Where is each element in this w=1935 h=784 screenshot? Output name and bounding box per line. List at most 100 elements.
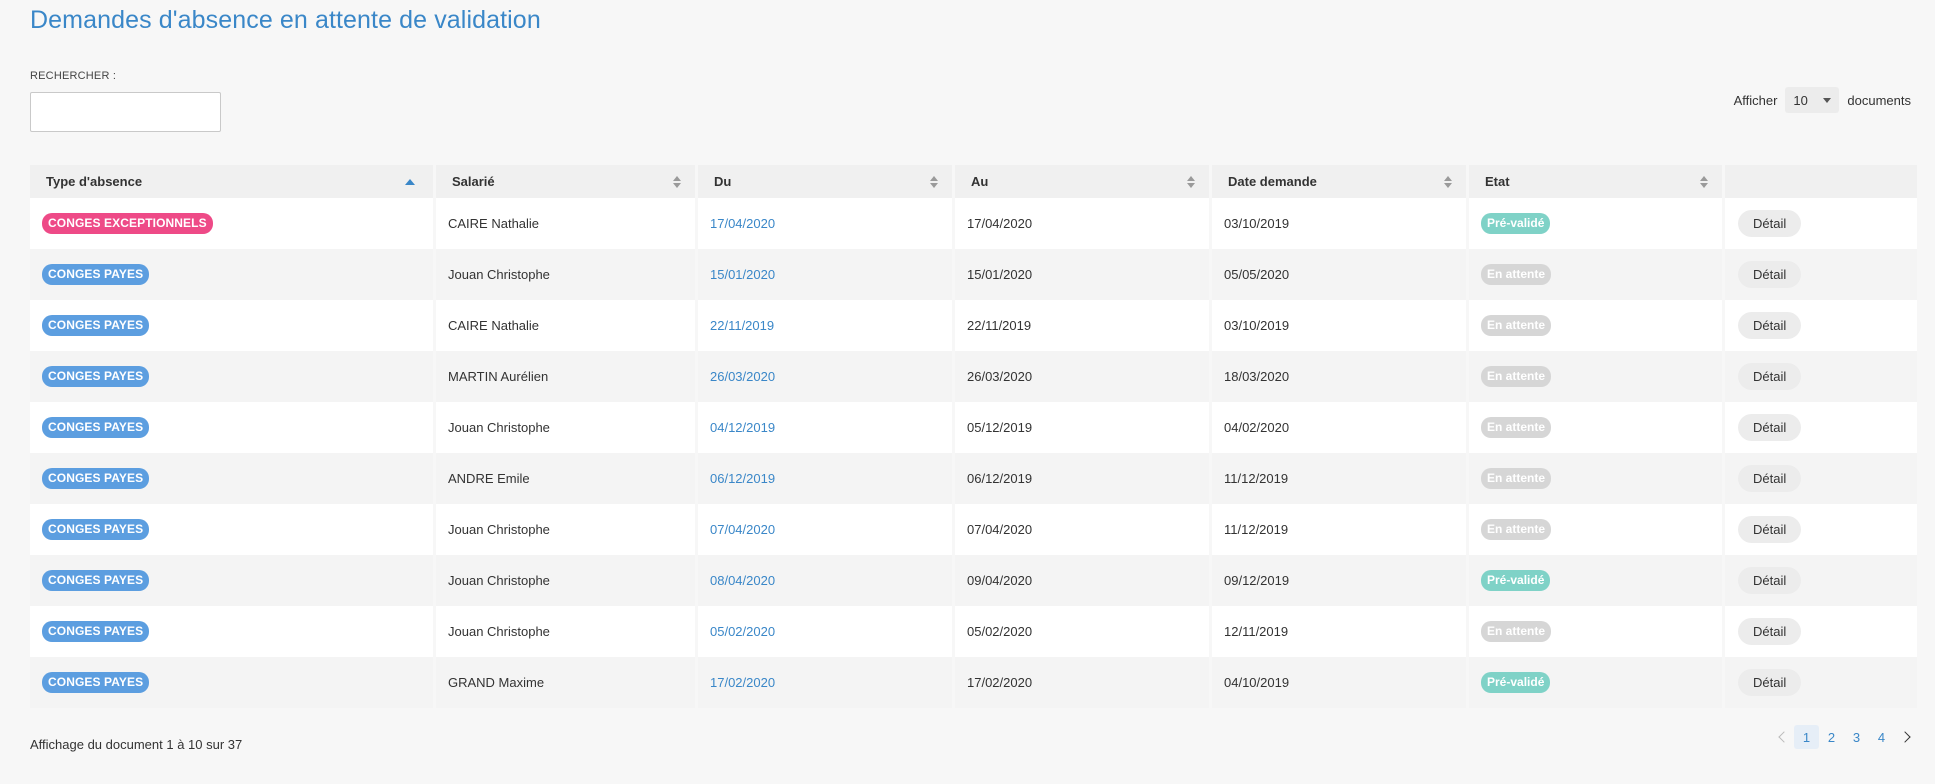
from-date-link[interactable]: 17/04/2020 <box>710 216 775 231</box>
cell-requested: 04/02/2020 <box>1212 402 1469 453</box>
detail-button[interactable]: Détail <box>1738 261 1802 288</box>
cell-to: 26/03/2020 <box>955 351 1212 402</box>
page-button[interactable]: 2 <box>1819 725 1844 749</box>
cell-to: 22/11/2019 <box>955 300 1212 351</box>
status-badge: Pré-validé <box>1481 672 1551 693</box>
pagination: 1 2 3 4 <box>1769 725 1919 749</box>
from-date-link[interactable]: 05/02/2020 <box>710 624 775 639</box>
cell-requested: 05/05/2020 <box>1212 249 1469 300</box>
col-header-label: Etat <box>1485 174 1510 189</box>
cell-to: 05/12/2019 <box>955 402 1212 453</box>
table-row: CONGES PAYES CAIRE Nathalie 22/11/2019 22/1… <box>30 300 1917 351</box>
from-date-link[interactable]: 15/01/2020 <box>710 267 775 282</box>
cell-actions: Détail <box>1725 300 1917 351</box>
cell-type: CONGES PAYES <box>30 555 436 606</box>
cell-actions: Détail <box>1725 555 1917 606</box>
pagination-info: Affichage du document 1 à 10 sur 37 <box>30 737 243 752</box>
col-header-from[interactable]: Du <box>698 165 955 198</box>
detail-button[interactable]: Détail <box>1738 516 1802 543</box>
page-title: Demandes d'absence en attente de validat… <box>30 6 541 34</box>
sort-asc-icon <box>405 178 415 185</box>
page-button[interactable]: 4 <box>1869 725 1894 749</box>
sort-icon <box>930 175 938 188</box>
col-header-label: Au <box>971 174 989 189</box>
cell-to: 15/01/2020 <box>955 249 1212 300</box>
cell-requested: 12/11/2019 <box>1212 606 1469 657</box>
status-badge: En attente <box>1481 417 1552 438</box>
prev-page-button[interactable] <box>1769 725 1794 749</box>
table-row: CONGES EXCEPTIONNELS CAIRE Nathalie 17/04/… <box>30 198 1917 249</box>
col-header-to[interactable]: Au <box>955 165 1212 198</box>
status-badge: En attente <box>1481 468 1552 489</box>
search-input[interactable] <box>30 92 221 132</box>
cell-actions: Détail <box>1725 402 1917 453</box>
cell-state: En attente <box>1469 504 1725 555</box>
detail-button[interactable]: Détail <box>1738 669 1802 696</box>
page-size-value: 10 <box>1793 92 1808 108</box>
page-button[interactable]: 1 <box>1794 725 1819 749</box>
from-date-link[interactable]: 07/04/2020 <box>710 522 775 537</box>
detail-button[interactable]: Détail <box>1738 567 1802 594</box>
chevron-right-icon <box>1898 731 1911 743</box>
cell-from: 05/02/2020 <box>698 606 955 657</box>
cell-actions: Détail <box>1725 606 1917 657</box>
cell-employee: Jouan Christophe <box>436 606 698 657</box>
cell-employee: Jouan Christophe <box>436 504 698 555</box>
col-header-state[interactable]: Etat <box>1469 165 1725 198</box>
status-badge: Pré-validé <box>1481 570 1551 591</box>
page-button[interactable]: 3 <box>1844 725 1869 749</box>
cell-type: CONGES PAYES <box>30 300 436 351</box>
table-row: CONGES PAYES Jouan Christophe 15/01/2020 15… <box>30 249 1917 300</box>
table-row: CONGES PAYES Jouan Christophe 05/02/2020 05… <box>30 606 1917 657</box>
caret-down-icon <box>1823 97 1832 103</box>
col-header-label: Type d'absence <box>46 174 143 189</box>
cell-type: CONGES PAYES <box>30 504 436 555</box>
cell-state: En attente <box>1469 351 1725 402</box>
cell-requested: 11/12/2019 <box>1212 504 1469 555</box>
cell-from: 06/12/2019 <box>698 453 955 504</box>
absence-type-badge: CONGES PAYES <box>42 519 150 540</box>
cell-to: 17/04/2020 <box>955 198 1212 249</box>
from-date-link[interactable]: 08/04/2020 <box>710 573 775 588</box>
cell-employee: CAIRE Nathalie <box>436 198 698 249</box>
col-header-type[interactable]: Type d'absence <box>30 165 436 198</box>
detail-button[interactable]: Détail <box>1738 210 1802 237</box>
detail-button[interactable]: Détail <box>1738 465 1802 492</box>
cell-state: Pré-validé <box>1469 657 1725 708</box>
cell-type: CONGES PAYES <box>30 249 436 300</box>
detail-button[interactable]: Détail <box>1738 363 1802 390</box>
from-date-link[interactable]: 06/12/2019 <box>710 471 775 486</box>
from-date-link[interactable]: 04/12/2019 <box>710 420 775 435</box>
from-date-link[interactable]: 17/02/2020 <box>710 675 775 690</box>
table-row: CONGES PAYES GRAND Maxime 17/02/2020 17/02/… <box>30 657 1917 708</box>
table-row: CONGES PAYES ANDRE Emile 06/12/2019 06/12/2… <box>30 453 1917 504</box>
from-date-link[interactable]: 22/11/2019 <box>710 318 774 333</box>
page-size-select[interactable]: 10 <box>1785 87 1840 113</box>
status-badge: En attente <box>1481 621 1552 642</box>
detail-button[interactable]: Détail <box>1738 618 1802 645</box>
from-date-link[interactable]: 26/03/2020 <box>710 369 775 384</box>
col-header-employee[interactable]: Salarié <box>436 165 698 198</box>
cell-actions: Détail <box>1725 351 1917 402</box>
detail-button[interactable]: Détail <box>1738 414 1802 441</box>
cell-state: En attente <box>1469 606 1725 657</box>
cell-requested: 11/12/2019 <box>1212 453 1469 504</box>
cell-from: 15/01/2020 <box>698 249 955 300</box>
cell-employee: CAIRE Nathalie <box>436 300 698 351</box>
cell-state: En attente <box>1469 249 1725 300</box>
absence-type-badge: CONGES PAYES <box>42 315 150 336</box>
cell-requested: 04/10/2019 <box>1212 657 1469 708</box>
table-row: CONGES PAYES MARTIN Aurélien 26/03/2020 26/… <box>30 351 1917 402</box>
cell-to: 17/02/2020 <box>955 657 1212 708</box>
col-header-requested[interactable]: Date demande <box>1212 165 1469 198</box>
cell-employee: Jouan Christophe <box>436 402 698 453</box>
cell-type: CONGES PAYES <box>30 351 436 402</box>
next-page-button[interactable] <box>1894 725 1919 749</box>
absence-type-badge: CONGES EXCEPTIONNELS <box>42 213 213 234</box>
sort-icon <box>1187 175 1195 188</box>
cell-requested: 03/10/2019 <box>1212 198 1469 249</box>
detail-button[interactable]: Détail <box>1738 312 1802 339</box>
status-badge: En attente <box>1481 264 1552 285</box>
cell-to: 05/02/2020 <box>955 606 1212 657</box>
cell-requested: 03/10/2019 <box>1212 300 1469 351</box>
